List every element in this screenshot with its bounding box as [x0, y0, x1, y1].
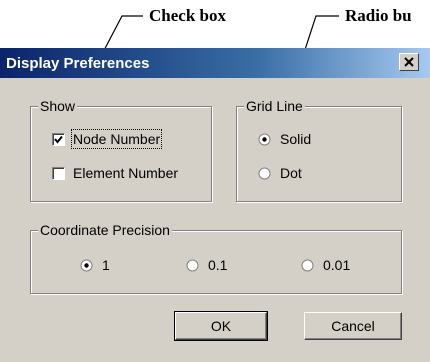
close-button[interactable] — [399, 53, 419, 71]
precision-0-01-option[interactable]: 0.01 — [301, 257, 350, 273]
show-group-label: Show — [38, 98, 78, 114]
radio-unselected-icon[interactable] — [186, 259, 199, 272]
precision-0-1-label: 0.1 — [208, 257, 228, 273]
radio-selected-icon[interactable] — [258, 133, 271, 146]
precision-0-01-label: 0.01 — [323, 257, 351, 273]
callout-check-box: Check box — [149, 6, 226, 25]
precision-1-label: 1 — [102, 257, 110, 273]
radio-selected-icon[interactable] — [80, 259, 93, 272]
node-number-label: Node Number — [70, 129, 163, 149]
close-icon — [404, 57, 414, 67]
element-number-label: Element Number — [73, 165, 179, 181]
precision-0-1-option[interactable]: 0.1 — [186, 257, 227, 273]
grid-dot-option[interactable]: Dot — [258, 165, 302, 181]
precision-1-option[interactable]: 1 — [80, 257, 110, 273]
element-number-checkbox[interactable] — [52, 166, 65, 180]
show-group: Show Node Number Element Number — [30, 98, 212, 202]
element-number-option[interactable]: Element Number — [52, 165, 178, 181]
ok-button[interactable]: OK — [174, 311, 268, 341]
dialog-title: Display Preferences — [6, 55, 150, 72]
checkmark-icon — [54, 135, 63, 144]
radio-unselected-icon[interactable] — [258, 167, 271, 180]
grid-solid-option[interactable]: Solid — [258, 131, 311, 147]
grid-dot-label: Dot — [280, 165, 302, 181]
coordinate-precision-group-label: Coordinate Precision — [38, 222, 172, 238]
grid-solid-label: Solid — [280, 131, 312, 147]
node-number-checkbox[interactable] — [52, 132, 65, 146]
callout-radio-button: Radio bu — [345, 6, 412, 25]
title-bar: Display Preferences — [0, 48, 430, 78]
grid-line-group-label: Grid Line — [244, 98, 305, 114]
node-number-option[interactable]: Node Number — [52, 129, 163, 149]
coordinate-precision-group: Coordinate Precision 1 0.1 0.01 — [30, 222, 402, 294]
display-preferences-dialog: Display Preferences Show Node Number Ele… — [0, 48, 430, 362]
cancel-button[interactable]: Cancel — [304, 312, 402, 340]
grid-line-group: Grid Line Solid Dot — [236, 98, 402, 202]
radio-unselected-icon[interactable] — [301, 259, 314, 272]
